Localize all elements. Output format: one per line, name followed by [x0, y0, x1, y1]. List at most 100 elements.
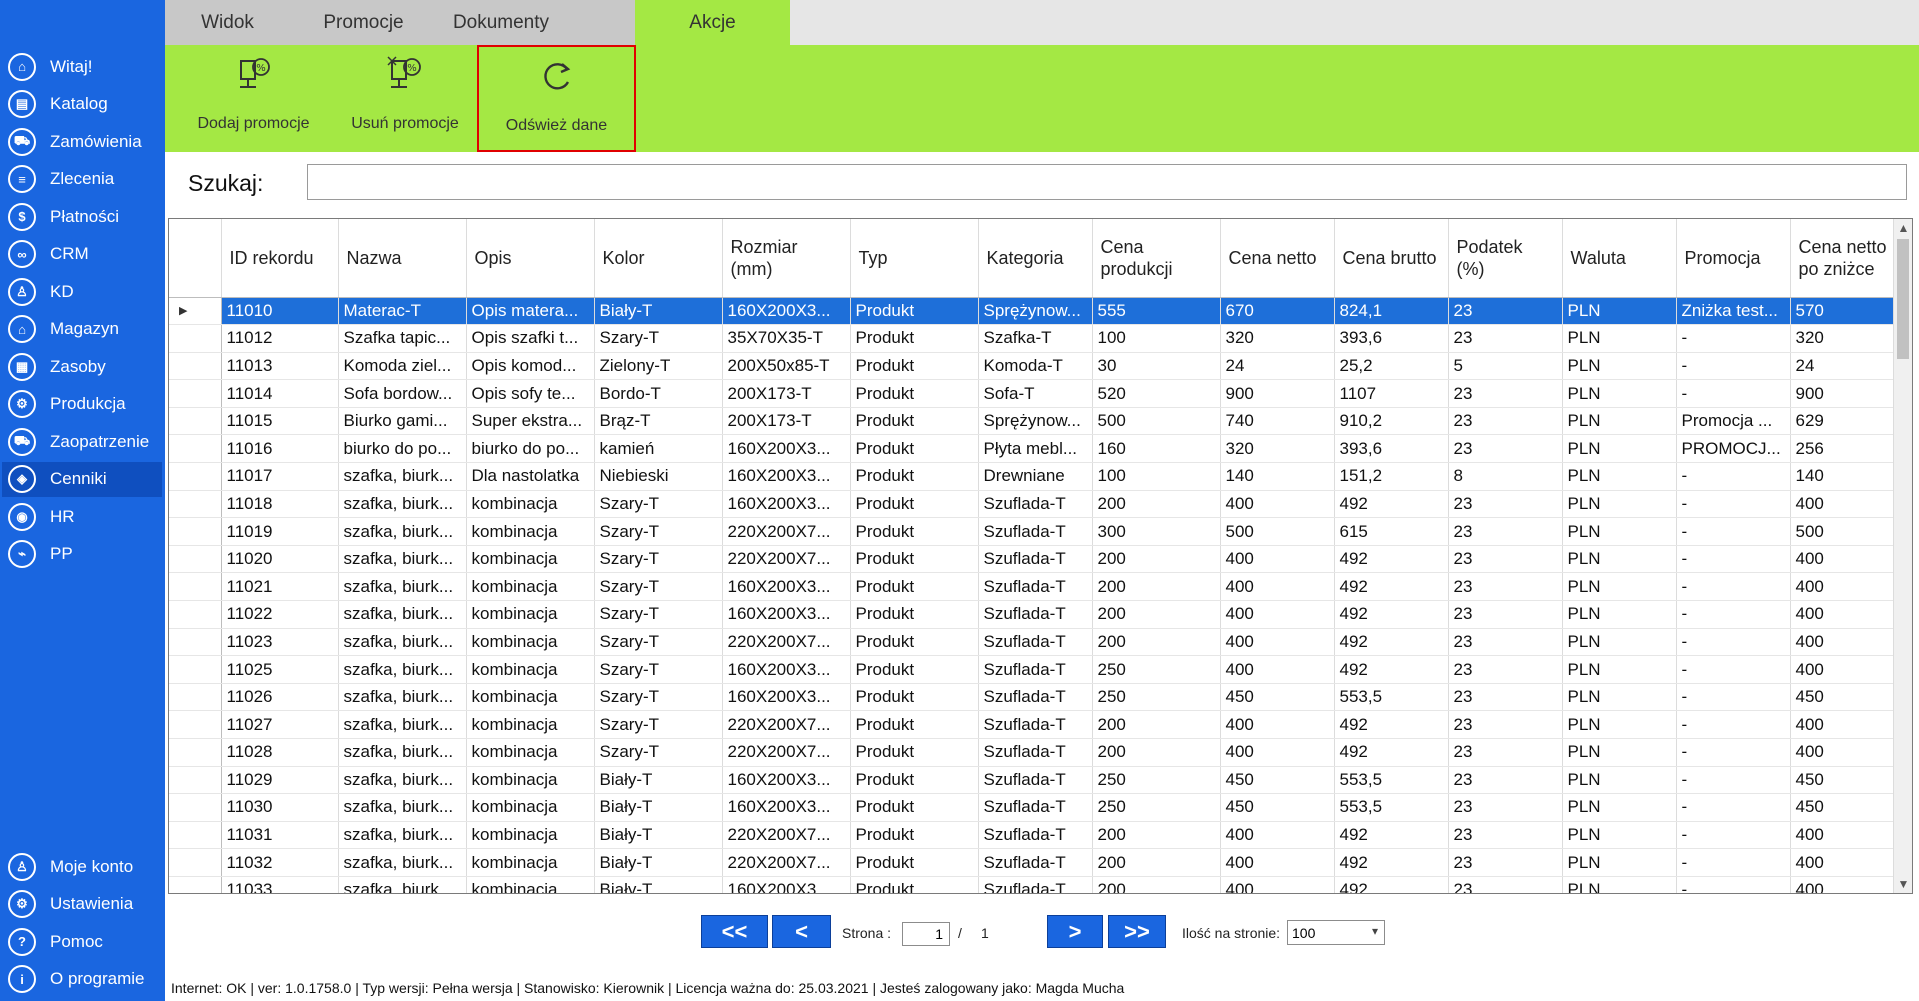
- table-cell[interactable]: PROMOCJ...: [1676, 434, 1791, 464]
- table-cell[interactable]: 900: [1220, 379, 1335, 408]
- table-cell[interactable]: szafka, biurk...: [338, 655, 467, 684]
- table-cell[interactable]: 200X173-T: [722, 407, 851, 436]
- table-cell[interactable]: 300: [1092, 517, 1221, 546]
- table-cell[interactable]: 320: [1790, 324, 1905, 353]
- table-cell[interactable]: Szuflada-T: [978, 710, 1093, 739]
- table-cell[interactable]: 400: [1790, 710, 1905, 739]
- row-header[interactable]: [169, 710, 222, 739]
- row-header[interactable]: [169, 821, 222, 850]
- table-cell[interactable]: 200: [1092, 876, 1221, 893]
- remove-promotion-button[interactable]: % Usuń promocje: [335, 45, 475, 152]
- table-cell[interactable]: 23: [1448, 628, 1563, 657]
- table-cell[interactable]: kombinacja: [466, 793, 595, 822]
- table-cell[interactable]: szafka, biurk...: [338, 766, 467, 795]
- row-header[interactable]: [169, 683, 222, 712]
- table-cell[interactable]: 160X200X3...: [722, 462, 851, 491]
- table-cell[interactable]: szafka, biurk...: [338, 710, 467, 739]
- table-cell[interactable]: 11012: [221, 324, 339, 353]
- table-cell[interactable]: Sofa-T: [978, 379, 1093, 408]
- table-cell[interactable]: 11031: [221, 821, 339, 850]
- table-cell[interactable]: 250: [1092, 766, 1221, 795]
- table-row[interactable]: 11014 Sofa bordow... Opis sofy te... Bordo-…: [169, 379, 1905, 408]
- table-cell[interactable]: Produkt: [850, 545, 979, 574]
- row-header[interactable]: [169, 572, 222, 602]
- table-cell[interactable]: 900: [1790, 379, 1905, 408]
- table-cell[interactable]: PLN: [1562, 545, 1677, 574]
- table-row[interactable]: 11023 szafka, biurk... kombinacja Szary-T 22…: [169, 628, 1905, 657]
- table-cell[interactable]: 23: [1448, 297, 1563, 326]
- page-size-select[interactable]: 100 ▾: [1287, 920, 1385, 945]
- table-cell[interactable]: -: [1676, 517, 1791, 546]
- row-header[interactable]: [169, 517, 222, 546]
- table-cell[interactable]: 200: [1092, 490, 1221, 519]
- table-row[interactable]: 11019 szafka, biurk... kombinacja Szary-T 22…: [169, 517, 1905, 546]
- table-cell[interactable]: 400: [1220, 572, 1335, 602]
- table-cell[interactable]: Komoda-T: [978, 352, 1093, 381]
- table-cell[interactable]: PLN: [1562, 793, 1677, 822]
- table-cell[interactable]: Super ekstra...: [466, 407, 595, 436]
- table-cell[interactable]: kombinacja: [466, 821, 595, 850]
- table-cell[interactable]: PLN: [1562, 876, 1677, 893]
- table-cell[interactable]: 8: [1448, 462, 1563, 491]
- table-cell[interactable]: Biały-T: [594, 821, 723, 850]
- table-row[interactable]: 11027 szafka, biurk... kombinacja Szary-T 22…: [169, 710, 1905, 739]
- table-cell[interactable]: 220X200X7...: [722, 821, 851, 850]
- table-cell[interactable]: 23: [1448, 738, 1563, 767]
- table-cell[interactable]: Produkt: [850, 793, 979, 822]
- table-cell[interactable]: Produkt: [850, 766, 979, 795]
- table-cell[interactable]: Szary-T: [594, 600, 723, 629]
- table-cell[interactable]: 23: [1448, 793, 1563, 822]
- sidebar-item-cenniki[interactable]: ◈ Cenniki: [2, 461, 162, 497]
- table-cell[interactable]: Szary-T: [594, 572, 723, 602]
- table-cell[interactable]: Szuflada-T: [978, 848, 1093, 877]
- table-cell[interactable]: Produkt: [850, 848, 979, 877]
- table-cell[interactable]: Szuflada-T: [978, 572, 1093, 602]
- table-cell[interactable]: Biurko gami...: [338, 407, 467, 436]
- tab-dokumenty[interactable]: Dokumenty: [437, 0, 565, 45]
- table-cell[interactable]: Produkt: [850, 407, 979, 436]
- table-cell[interactable]: Bordo-T: [594, 379, 723, 408]
- table-cell[interactable]: 400: [1220, 876, 1335, 893]
- table-cell[interactable]: biurko do po...: [466, 434, 595, 464]
- table-cell[interactable]: Biały-T: [594, 793, 723, 822]
- table-cell[interactable]: 492: [1334, 876, 1449, 893]
- column-header[interactable]: Nazwa: [338, 219, 467, 298]
- row-header[interactable]: [169, 793, 222, 822]
- table-cell[interactable]: 160X200X3...: [722, 793, 851, 822]
- table-cell[interactable]: Opis matera...: [466, 297, 595, 326]
- table-row[interactable]: 11021 szafka, biurk... kombinacja Szary-T 16…: [169, 572, 1905, 602]
- table-cell[interactable]: Szuflada-T: [978, 545, 1093, 574]
- table-cell[interactable]: 160X200X3...: [722, 683, 851, 712]
- table-cell[interactable]: kombinacja: [466, 628, 595, 657]
- row-header[interactable]: [169, 628, 222, 657]
- table-cell[interactable]: 24: [1790, 352, 1905, 381]
- table-cell[interactable]: kombinacja: [466, 490, 595, 519]
- table-cell[interactable]: 23: [1448, 683, 1563, 712]
- table-cell[interactable]: 492: [1334, 490, 1449, 519]
- table-cell[interactable]: -: [1676, 600, 1791, 629]
- table-cell[interactable]: 400: [1790, 600, 1905, 629]
- table-cell[interactable]: 629: [1790, 407, 1905, 436]
- table-cell[interactable]: 670: [1220, 297, 1335, 326]
- table-cell[interactable]: Szary-T: [594, 683, 723, 712]
- column-header[interactable]: Cena netto po zniżce: [1790, 219, 1905, 298]
- table-cell[interactable]: PLN: [1562, 848, 1677, 877]
- table-cell[interactable]: 23: [1448, 766, 1563, 795]
- sidebar-item-produkcja[interactable]: ⚙ Produkcja: [2, 387, 162, 422]
- row-header[interactable]: [169, 352, 222, 381]
- table-cell[interactable]: szafka, biurk...: [338, 848, 467, 877]
- table-cell[interactable]: -: [1676, 352, 1791, 381]
- table-cell[interactable]: 11015: [221, 407, 339, 436]
- row-header[interactable]: [169, 379, 222, 408]
- table-cell[interactable]: Zniżka test...: [1676, 297, 1791, 326]
- table-cell[interactable]: 11023: [221, 628, 339, 657]
- table-cell[interactable]: Szary-T: [594, 628, 723, 657]
- table-cell[interactable]: Szuflada-T: [978, 876, 1093, 893]
- table-cell[interactable]: kamień: [594, 434, 723, 464]
- table-cell[interactable]: Produkt: [850, 517, 979, 546]
- table-cell[interactable]: kombinacja: [466, 738, 595, 767]
- table-cell[interactable]: 520: [1092, 379, 1221, 408]
- sidebar-item-moje-konto[interactable]: ♙ Moje konto: [2, 849, 162, 884]
- table-cell[interactable]: -: [1676, 572, 1791, 602]
- table-cell[interactable]: Produkt: [850, 490, 979, 519]
